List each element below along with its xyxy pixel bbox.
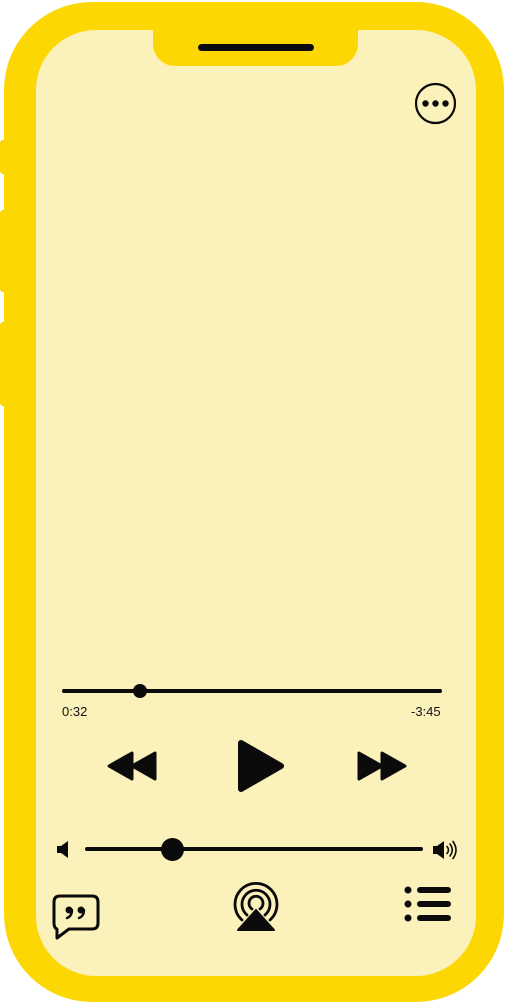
speaker-grille	[198, 44, 314, 51]
volume-track[interactable]	[85, 847, 423, 851]
volume-high-icon[interactable]	[432, 840, 459, 860]
airplay-icon[interactable]	[230, 880, 282, 932]
progress-track[interactable]	[62, 689, 442, 693]
queue-list-icon[interactable]	[403, 884, 453, 924]
lyrics-icon[interactable]	[51, 893, 101, 941]
remaining-time: -3:45	[411, 704, 441, 719]
progress-knob[interactable]	[132, 684, 147, 698]
play-icon[interactable]	[236, 739, 286, 793]
phone-mockup: 0:32 -3:45	[0, 0, 507, 1005]
fast-forward-icon[interactable]	[356, 751, 407, 781]
notch	[153, 18, 358, 66]
more-options-icon[interactable]	[414, 82, 457, 125]
rewind-icon[interactable]	[107, 751, 158, 781]
screen	[36, 30, 476, 976]
elapsed-time: 0:32	[62, 704, 88, 719]
volume-low-icon[interactable]	[56, 840, 70, 859]
